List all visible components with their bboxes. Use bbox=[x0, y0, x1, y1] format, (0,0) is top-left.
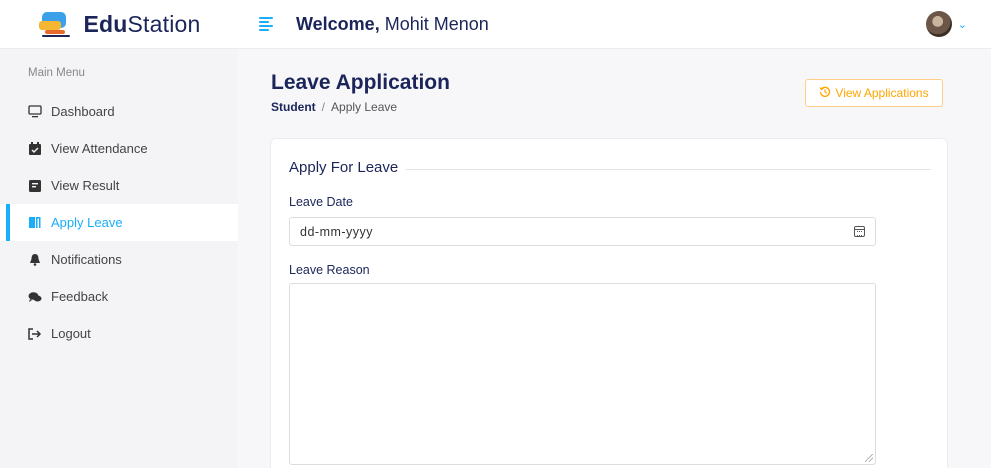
breadcrumb: Student / Apply Leave bbox=[271, 100, 397, 114]
monitor-icon bbox=[28, 105, 42, 119]
menu-title: Main Menu bbox=[28, 67, 85, 79]
sidebar-item-label: Notifications bbox=[51, 252, 122, 267]
sidebar: EduStation Main Menu Dashboard View Atte… bbox=[0, 0, 238, 468]
calendar-icon[interactable] bbox=[854, 226, 865, 237]
door-icon bbox=[28, 216, 42, 230]
brand-name: EduStation bbox=[83, 10, 201, 37]
leave-date-input[interactable]: dd-mm-yyyy bbox=[289, 217, 876, 246]
brand[interactable]: EduStation bbox=[0, 0, 238, 49]
form-legend: Apply For Leave bbox=[289, 159, 407, 176]
resize-handle-icon[interactable] bbox=[865, 454, 873, 462]
sidebar-item-view-attendance[interactable]: View Attendance bbox=[0, 130, 238, 167]
sidebar-item-dashboard[interactable]: Dashboard bbox=[0, 93, 238, 130]
comments-icon bbox=[28, 290, 42, 304]
view-applications-button[interactable]: View Applications bbox=[805, 79, 943, 107]
sign-out-icon bbox=[28, 327, 42, 341]
menu-toggle-icon[interactable] bbox=[259, 17, 273, 31]
breadcrumb-parent[interactable]: Student bbox=[271, 100, 316, 114]
user-menu[interactable]: ⌄ bbox=[925, 11, 967, 37]
welcome-text: Welcome, Mohit Menon bbox=[296, 13, 489, 34]
leave-form-card: Apply For Leave Leave Date dd-mm-yyyy Le… bbox=[270, 138, 948, 468]
leave-date-label: Leave Date bbox=[289, 195, 353, 209]
leave-reason-textarea[interactable] bbox=[289, 283, 876, 465]
sidebar-item-label: View Result bbox=[51, 178, 120, 193]
page-title: Leave Application bbox=[271, 71, 450, 94]
breadcrumb-separator: / bbox=[321, 100, 326, 114]
logo-icon bbox=[37, 9, 75, 39]
top-header: Welcome, Mohit Menon ⌄ bbox=[238, 0, 991, 49]
sidebar-item-notifications[interactable]: Notifications bbox=[0, 241, 238, 278]
view-applications-label: View Applications bbox=[835, 86, 929, 100]
leave-reason-label: Leave Reason bbox=[289, 263, 370, 277]
sidebar-item-label: View Attendance bbox=[51, 141, 148, 156]
calendar-check-icon bbox=[28, 142, 42, 156]
sidebar-item-label: Dashboard bbox=[51, 104, 115, 119]
sidebar-item-apply-leave[interactable]: Apply Leave bbox=[0, 204, 238, 241]
sidebar-item-label: Feedback bbox=[51, 289, 109, 304]
file-icon bbox=[28, 179, 42, 193]
avatar bbox=[925, 11, 952, 37]
leave-date-placeholder: dd-mm-yyyy bbox=[300, 224, 374, 239]
sidebar-item-feedback[interactable]: Feedback bbox=[0, 278, 238, 315]
chevron-down-icon: ⌄ bbox=[957, 18, 967, 31]
breadcrumb-current: Apply Leave bbox=[331, 100, 398, 114]
user-name: Mohit Menon bbox=[384, 13, 489, 34]
sidebar-item-label: Logout bbox=[51, 326, 91, 341]
sidebar-item-logout[interactable]: Logout bbox=[0, 315, 238, 352]
sidebar-item-view-result[interactable]: View Result bbox=[0, 167, 238, 204]
sidebar-item-label: Apply Leave bbox=[51, 215, 123, 230]
history-icon bbox=[819, 86, 831, 101]
bell-icon bbox=[28, 253, 42, 267]
